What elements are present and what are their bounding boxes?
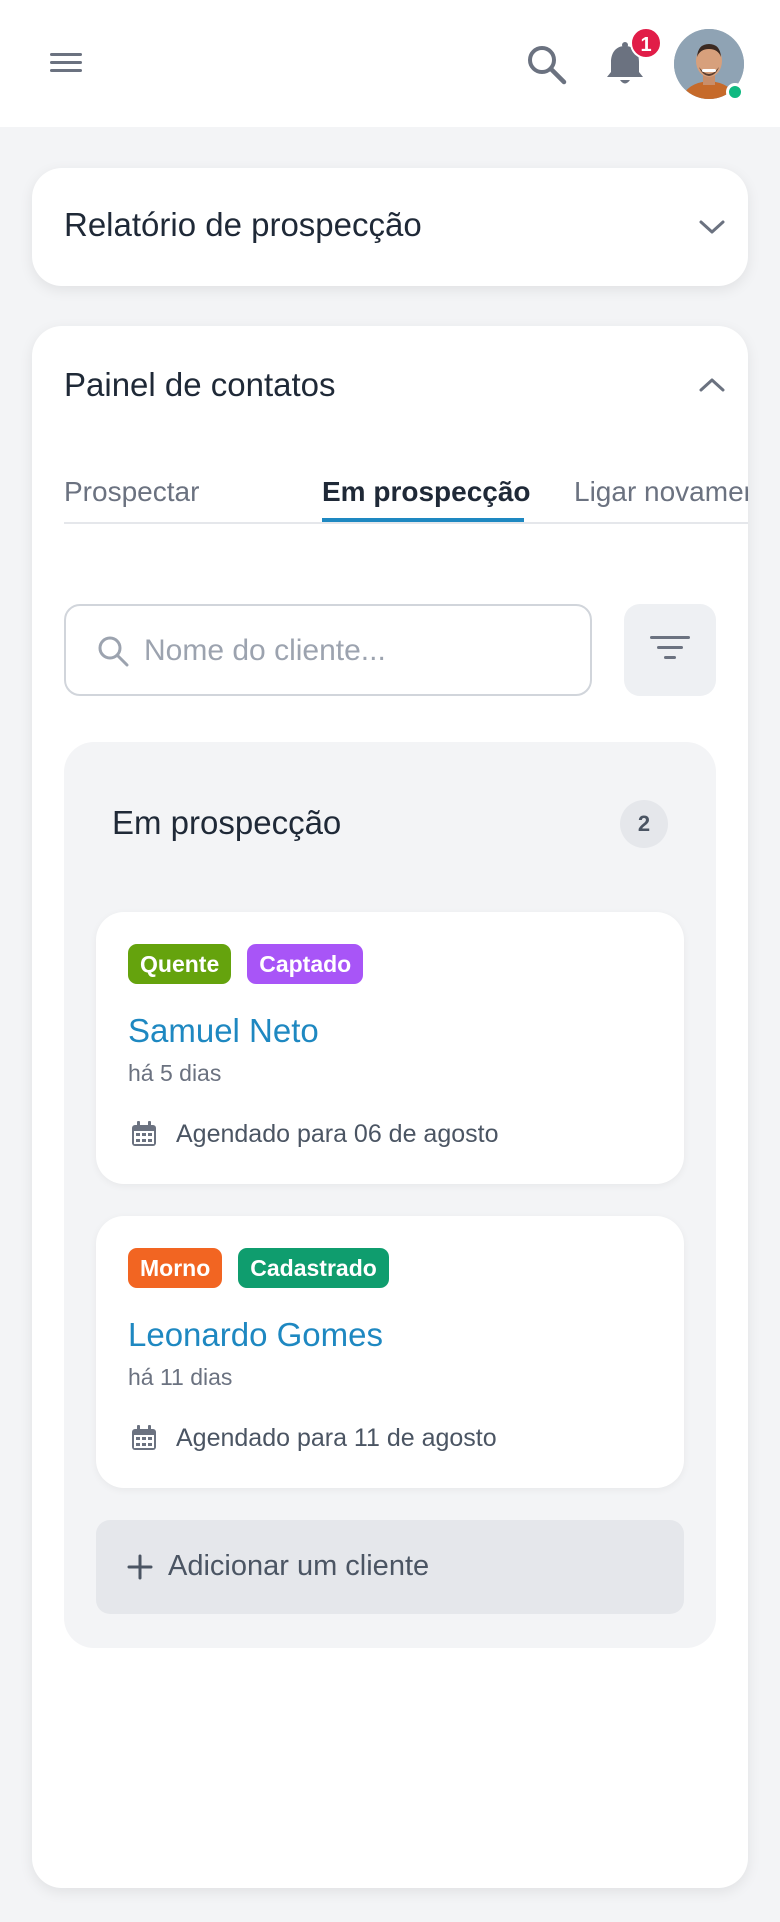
tab-em-prospeccao[interactable]: Em prospecção [322, 476, 531, 508]
column-count-badge: 2 [620, 800, 668, 848]
client-search-field[interactable] [64, 604, 592, 696]
contact-panel-card: Painel de contatos Prospectar Em prospec… [32, 326, 748, 1888]
tab-prospectar[interactable]: Prospectar [64, 476, 199, 508]
plus-icon [127, 1554, 153, 1580]
prospecting-column: Em prospecção 2 Quente Captado Samuel Ne… [64, 742, 716, 1648]
add-client-button[interactable]: Adicionar um cliente [96, 1520, 684, 1614]
hamburger-icon[interactable] [50, 50, 84, 76]
report-card-title: Relatório de prospecção [64, 206, 422, 243]
tag-cadastrado: Cadastrado [238, 1248, 389, 1288]
panel-title: Painel de contatos [64, 366, 336, 403]
client-name[interactable]: Leonardo Gomes [128, 1316, 383, 1354]
tag-captado: Captado [247, 944, 364, 984]
add-client-label: Adicionar um cliente [168, 1550, 430, 1582]
column-title: Em prospecção [112, 804, 342, 841]
client-scheduled-date: Agendado para 06 de agosto [176, 1120, 499, 1148]
chevron-down-icon [699, 220, 725, 234]
search-icon [98, 636, 129, 667]
client-last-activity: há 5 dias [128, 1060, 222, 1086]
top-app-bar: 1 [0, 0, 780, 127]
client-scheduled-date: Agendado para 11 de agosto [176, 1424, 497, 1452]
active-tab-indicator [322, 518, 524, 522]
calendar-icon [132, 1425, 156, 1450]
tag-morno: Morno [128, 1248, 223, 1288]
report-card[interactable]: Relatório de prospecção [32, 168, 748, 286]
client-name[interactable]: Samuel Neto [128, 1012, 319, 1050]
client-last-activity: há 11 dias [128, 1364, 233, 1390]
tab-ligar-novamente[interactable]: Ligar novamente [574, 476, 748, 508]
client-card[interactable]: Morno Cadastrado Leonardo Gomes há 11 di… [96, 1216, 684, 1488]
online-status-dot [726, 83, 744, 101]
filter-button[interactable] [624, 604, 716, 696]
tab-bar: Prospectar Em prospecção Ligar novamente [64, 464, 748, 524]
client-tags: Morno Cadastrado [128, 1248, 389, 1288]
calendar-icon [132, 1121, 156, 1146]
client-search-input[interactable] [144, 626, 564, 676]
tag-quente: Quente [128, 944, 232, 984]
notification-badge: 1 [630, 27, 662, 59]
chevron-up-icon[interactable] [698, 376, 726, 394]
client-tags: Quente Captado [128, 944, 364, 984]
client-card[interactable]: Quente Captado Samuel Neto há 5 dias Age… [96, 912, 684, 1184]
search-icon[interactable] [524, 42, 568, 86]
